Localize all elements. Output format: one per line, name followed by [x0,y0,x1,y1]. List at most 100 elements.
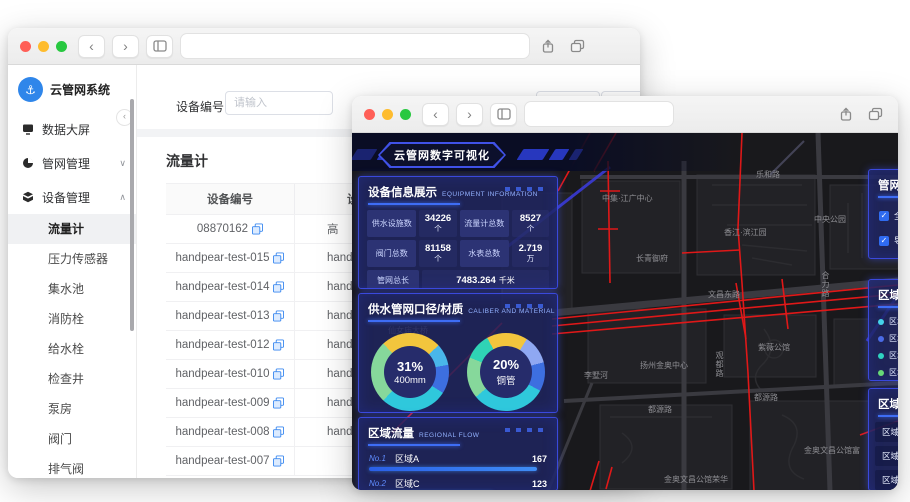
copy-icon[interactable] [252,223,264,235]
back-browser-toolbar: ‹ › [8,28,640,65]
topbar-decoration [352,149,378,160]
traffic-lights [364,108,411,120]
app-title: 云管网系统 [50,83,111,97]
copy-icon[interactable] [273,397,285,409]
copy-icon[interactable] [273,310,285,322]
minimize-window-button[interactable] [382,108,393,120]
dashboard-icon [23,124,33,135]
sidebar-toggle-icon[interactable] [490,102,517,126]
layer-checkbox-import[interactable]: ✓ 导入 [869,228,898,253]
flow-value: 123 [531,478,547,489]
panel-equipment-info: 设备信息展示 EQUIPMENT INFORMATION 供水设施数 34226… [358,176,558,289]
donut-label: 铜管 [496,376,516,387]
region-list-item[interactable]: 区域C [875,446,898,466]
device-id: 08870162 [196,223,249,235]
sidebar-subitem-pressure-sensor[interactable]: 压力传感器 [8,244,136,274]
sidebar-subitem-sump[interactable]: 集水池 [8,274,136,304]
sidebar-item-device-management[interactable]: 设备管理 ∧ [8,180,136,214]
caliber-donut-chart[interactable]: 31% 400mm [371,333,449,411]
stat-unit: 千米 [498,275,515,285]
device-id: handpear-test-010 [175,368,270,380]
copy-icon[interactable] [273,281,285,293]
minimize-window-button[interactable] [38,40,49,52]
copy-icon[interactable] [273,368,285,380]
chevron-down-icon: ∨ [119,157,126,168]
share-icon[interactable] [835,103,857,125]
topbar-decoration [548,149,570,160]
region-list-item[interactable]: 区域D [875,470,898,490]
panel-title-underline [368,444,460,446]
flow-row[interactable]: No.1 区域A 167 [359,451,557,466]
region-list-item[interactable]: 区域B [875,422,898,442]
legend-item[interactable]: 区域C [869,347,898,364]
panel-title: 设备信息展示 [368,187,437,199]
equipment-stats: 供水设施数 34226 个 流量计总数 8527 个 阀门总数 81158 个 水表总… [359,210,557,288]
address-bar[interactable] [524,101,674,127]
device-id: handpear-test-013 [175,310,270,322]
tab-overview-icon[interactable] [864,103,886,125]
copy-icon[interactable] [273,339,285,351]
panel-regional-flow: 区域流量 REGIONAL FLOW No.1 区域A 167 No.2 区域C… [358,417,558,490]
panel-title-underline [878,196,898,198]
panel-subtitle: CALIBER AND MATERIAL [468,308,556,315]
panel-region-stats: 区域统计 区域A 区域B 区域C 区域D [868,279,898,381]
sidebar-subitem-fire-hydrant[interactable]: 消防栓 [8,304,136,334]
panel-pipe-layers: 管网图层 ✓ 全选 ✓ 导入 [868,169,898,259]
dashboard: 乐和路中集·江广中心中央公园香江·滨江园长青御府文昌东路合力路仙女庙大桥紫薇公馆… [352,133,898,490]
sidebar-subitem-inspection-well[interactable]: 检查井 [8,364,136,394]
legend-item[interactable]: 区域D [869,364,898,380]
map-label: 长青御府 [636,254,668,263]
zoom-window-button[interactable] [56,40,67,52]
dashboard-title-badge: 云管网数字可视化 [378,142,506,168]
stat-value: 8527 [519,212,542,224]
desktop: ‹ › ⚓ 云管网系统 ‹ 数据大屏 管网管理 ∨ 设备管理 ∧ 流量计 压力传… [0,0,910,502]
panel-title-underline [368,320,460,322]
legend-label: 区域B [889,334,898,343]
forward-button[interactable]: › [112,34,139,58]
device-id: handpear-test-012 [175,339,270,351]
topbar-decoration [516,149,550,160]
forward-button[interactable]: › [456,102,483,126]
sidebar-item-label: 数据大屏 [42,122,91,137]
address-bar[interactable] [180,33,530,59]
sidebar-subitem-valve[interactable]: 阀门 [8,424,136,454]
device-id: handpear-test-009 [175,397,270,409]
layer-checkbox-select-all[interactable]: ✓ 全选 [869,203,898,228]
sidebar-subitem-flowmeter[interactable]: 流量计 [8,214,136,244]
panel-title: 区域流量 [368,428,414,440]
copy-icon[interactable] [273,252,285,264]
sidebar-subitem-water-hydrant[interactable]: 给水栓 [8,334,136,364]
sidebar-item-pipe-management[interactable]: 管网管理 ∨ [8,146,136,180]
share-icon[interactable] [537,35,559,57]
back-button[interactable]: ‹ [78,34,105,58]
legend-item[interactable]: 区域A [869,313,898,330]
sidebar-subitem-pump-house[interactable]: 泵房 [8,394,136,424]
close-window-button[interactable] [20,40,31,52]
tab-overview-icon[interactable] [566,35,588,57]
stat-value: 2.719 [518,242,543,254]
map-label: 李墅河 [584,371,608,380]
back-button[interactable]: ‹ [422,102,449,126]
panel-region-list: 区域流量 区域B 区域C 区域D 区域E [868,388,898,490]
flow-region-name: 区域A [395,454,420,464]
close-window-button[interactable] [364,108,375,120]
checkbox-checked-icon[interactable]: ✓ [879,235,889,246]
legend-label: 区域C [889,351,898,360]
flow-row[interactable]: No.2 区域C 123 [359,476,557,490]
checkbox-checked-icon[interactable]: ✓ [879,210,889,221]
copy-icon[interactable] [273,455,285,467]
chevron-up-icon: ∧ [119,191,126,202]
stat-value: 7483.264 [456,274,496,286]
device-id-input[interactable] [225,91,333,115]
sidebar-subitem-exhaust-valve[interactable]: 排气阀 [8,454,136,478]
sidebar-toggle-icon[interactable] [146,34,173,58]
panel-title-underline [878,306,898,308]
map-label: 紫薇公馆 [758,343,790,352]
legend-item[interactable]: 区域B [869,330,898,347]
sidebar-scrollbar[interactable] [130,99,134,331]
zoom-window-button[interactable] [400,108,411,120]
device-id-label: 设备编号: [176,100,228,114]
stat-unit: 个 [434,253,442,263]
copy-icon[interactable] [273,426,285,438]
material-donut-chart[interactable]: 20% 铜管 [467,333,545,411]
